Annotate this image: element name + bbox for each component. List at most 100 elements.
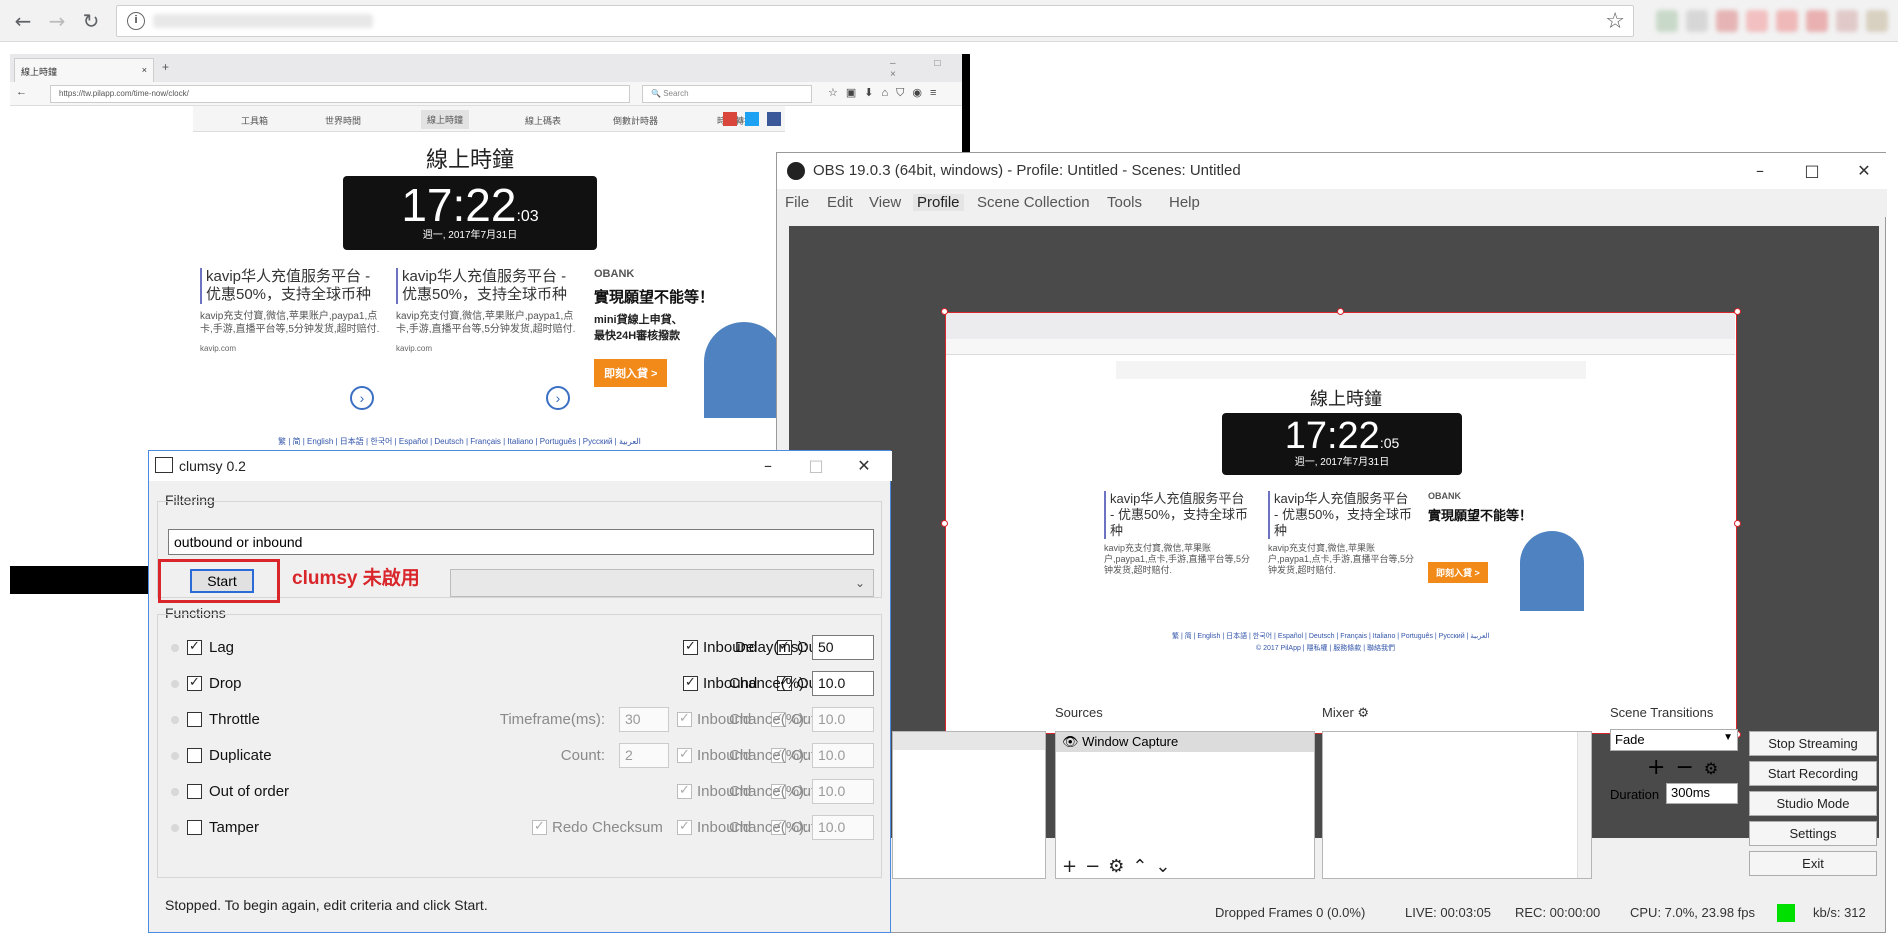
add-transition-icon[interactable]: +	[1647, 755, 1675, 780]
extension-icon[interactable]	[1716, 10, 1738, 32]
source-properties-gear-icon[interactable]: ⚙	[1108, 856, 1132, 877]
clumsy-close-icon[interactable]: ✕	[841, 451, 887, 481]
clumsy-minimize-icon[interactable]: –	[745, 451, 791, 481]
firefox-back-icon[interactable]: ←	[16, 86, 27, 98]
forward-icon[interactable]: →	[44, 8, 70, 34]
site-menu-item[interactable]: 線上碼表	[525, 114, 561, 127]
param-input[interactable]: 10.0	[812, 743, 874, 768]
param-input[interactable]: 10.0	[812, 815, 874, 840]
mixer-scrollbar[interactable]	[1577, 732, 1591, 878]
firefox-toolbar-icons[interactable]: ☆▣⬇⌂⛉◉≡	[828, 86, 944, 100]
mixer-panel[interactable]	[1322, 731, 1592, 879]
obs-menu-profile[interactable]: Profile	[913, 194, 964, 211]
scene-item[interactable]	[893, 732, 1045, 750]
exit-button[interactable]: Exit	[1749, 851, 1877, 876]
extension-icon[interactable]	[1656, 10, 1678, 32]
resize-handle[interactable]	[941, 308, 948, 315]
inbound-checkbox[interactable]: ✓	[677, 820, 692, 835]
obs-menu-help[interactable]: Help	[1169, 194, 1200, 211]
inbound-checkbox[interactable]: ✓	[677, 748, 692, 763]
bookmark-star-icon[interactable]: ☆	[1605, 9, 1625, 34]
redo-checksum-checkbox[interactable]: ✓	[532, 820, 547, 835]
obs-menu-edit[interactable]: Edit	[827, 194, 853, 211]
move-down-icon[interactable]: ⌄	[1155, 856, 1178, 877]
site-menu-item[interactable]: 倒數計時器	[613, 114, 658, 127]
function-checkbox[interactable]: ✓	[187, 640, 202, 655]
resize-handle[interactable]	[1734, 308, 1741, 315]
firefox-search-box[interactable]: 🔍 Search	[642, 85, 812, 103]
inbound-checkbox[interactable]: ✓	[683, 640, 698, 655]
resize-handle[interactable]	[1734, 520, 1741, 527]
param-input[interactable]: 10.0	[812, 671, 874, 696]
start-recording-button[interactable]: Start Recording	[1749, 761, 1877, 786]
reload-icon[interactable]: ↻	[78, 8, 104, 34]
facebook-icon[interactable]	[767, 112, 781, 126]
twitter-icon[interactable]	[745, 112, 759, 126]
ad-arrow-icon[interactable]: ›	[546, 386, 570, 410]
eye-icon[interactable]: 👁	[1062, 734, 1079, 749]
info-icon[interactable]: i	[127, 12, 145, 30]
function-checkbox[interactable]	[187, 712, 202, 727]
extension-icon[interactable]	[1866, 10, 1888, 32]
site-menu-item[interactable]: 線上時鐘	[421, 110, 470, 129]
filter-input[interactable]: outbound or inbound	[168, 529, 874, 555]
mixer-gear-icon[interactable]: ⚙	[1357, 706, 1369, 721]
settings-button[interactable]: Settings	[1749, 821, 1877, 846]
address-bar[interactable]: i ☆	[116, 5, 1634, 37]
bank-cta-button[interactable]: 即刻入貸 >	[594, 359, 668, 387]
clumsy-maximize-icon[interactable]: □	[793, 451, 839, 481]
google-plus-icon[interactable]	[723, 112, 737, 126]
function-checkbox[interactable]	[187, 748, 202, 763]
move-up-icon[interactable]: ⌃	[1132, 856, 1155, 877]
resize-handle[interactable]	[1337, 308, 1344, 315]
scene-capture[interactable]: 線上時鐘 17:22:05 週一, 2017年7月31日 kavip华人充值服务…	[945, 312, 1737, 734]
extra-param-input[interactable]: 30	[619, 707, 669, 732]
function-checkbox[interactable]: ✓	[187, 676, 202, 691]
stop-streaming-button[interactable]: Stop Streaming	[1749, 731, 1877, 756]
param-input[interactable]: 10.0	[812, 707, 874, 732]
sources-list[interactable]: 👁 Window Capture +−⚙⌃⌄	[1055, 731, 1315, 879]
scenes-list[interactable]	[892, 731, 1046, 879]
obs-menu-tools[interactable]: Tools	[1107, 194, 1142, 211]
inbound-checkbox[interactable]: ✓	[677, 712, 692, 727]
resize-handle[interactable]	[941, 520, 948, 527]
ad-block-1[interactable]: kavip华人充值服务平台 - 优惠50%，支持全球币种 kavip充支付寶,微…	[200, 268, 380, 410]
minimize-icon[interactable]: –	[1737, 156, 1783, 186]
function-checkbox[interactable]	[187, 784, 202, 799]
extension-icon[interactable]	[1776, 10, 1798, 32]
obs-menu-scene-collection[interactable]: Scene Collection	[977, 194, 1090, 211]
obs-menu-view[interactable]: View	[869, 194, 901, 211]
language-links[interactable]: 繁 | 简 | English | 日本語 | 한국어 | Español | …	[278, 436, 798, 447]
start-button[interactable]: Start	[190, 569, 254, 593]
site-menu-item[interactable]: 世界時間	[325, 114, 361, 127]
remove-source-icon[interactable]: −	[1085, 856, 1108, 877]
extension-icon[interactable]	[1836, 10, 1858, 32]
firefox-url-bar[interactable]: https://tw.pilapp.com/time-now/clock/	[50, 85, 630, 103]
maximize-icon[interactable]: □	[1789, 156, 1835, 186]
site-menu-item[interactable]: 工具箱	[241, 114, 268, 127]
function-checkbox[interactable]	[187, 820, 202, 835]
param-input[interactable]: 50	[812, 635, 874, 660]
transition-gear-icon[interactable]: ⚙	[1704, 759, 1728, 778]
studio-mode-button[interactable]: Studio Mode	[1749, 791, 1877, 816]
ad-block-2[interactable]: kavip华人充值服务平台 - 优惠50%，支持全球币种 kavip充支付寶,微…	[396, 268, 576, 410]
obs-menu-file[interactable]: File	[785, 194, 809, 211]
ad-link[interactable]: kavip.com	[396, 344, 576, 353]
inbound-checkbox[interactable]: ✓	[677, 784, 692, 799]
firefox-tab[interactable]: 線上時鐘 ×	[14, 58, 154, 82]
param-input[interactable]: 10.0	[812, 779, 874, 804]
ad-link[interactable]: kavip.com	[200, 344, 380, 353]
inbound-checkbox[interactable]: ✓	[683, 676, 698, 691]
extra-param-input[interactable]: 2	[619, 743, 669, 768]
close-icon[interactable]: ✕	[1841, 156, 1887, 186]
ad-arrow-icon[interactable]: ›	[350, 386, 374, 410]
duration-spinbox[interactable]: 300ms	[1666, 783, 1738, 804]
remove-transition-icon[interactable]: −	[1675, 755, 1703, 780]
new-tab-icon[interactable]: +	[162, 60, 169, 74]
add-source-icon[interactable]: +	[1062, 856, 1085, 877]
preset-dropdown[interactable]: ⌄	[450, 569, 874, 597]
back-icon[interactable]: ←	[10, 8, 36, 34]
transition-select[interactable]: Fade ▼	[1610, 729, 1738, 751]
extension-icon[interactable]	[1746, 10, 1768, 32]
firefox-window-controls[interactable]: – □ ×	[890, 58, 970, 80]
